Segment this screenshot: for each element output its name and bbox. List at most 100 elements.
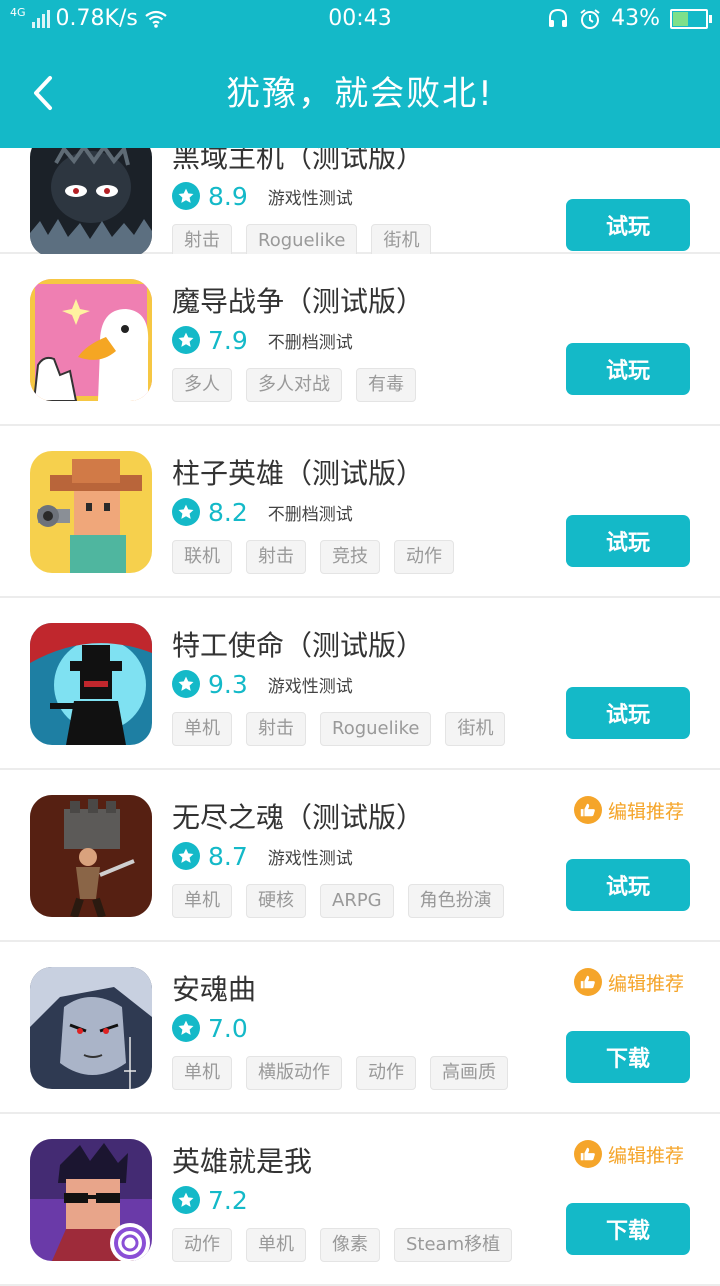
thumbs-up-icon bbox=[580, 975, 595, 989]
game-tag[interactable]: Steam移植 bbox=[394, 1228, 513, 1262]
game-name[interactable]: 英雄就是我 bbox=[172, 1140, 312, 1180]
try-play-button[interactable]: 试玩 bbox=[566, 343, 690, 395]
rating-star-badge bbox=[172, 182, 200, 210]
thumbs-up-icon bbox=[580, 803, 595, 817]
game-list-item[interactable]: 英雄就是我 7.2 动作 单机 像素 Steam移植 编辑推荐下载 bbox=[0, 1114, 720, 1286]
game-score: 8.2 bbox=[208, 497, 248, 527]
game-tags: 联机 射击 竞技 动作 bbox=[172, 540, 454, 574]
game-tag[interactable]: 单机 bbox=[172, 884, 232, 918]
dark-creature-icon bbox=[30, 135, 152, 257]
rating-star-badge bbox=[172, 842, 200, 870]
game-tags: 多人 多人对战 有毒 bbox=[172, 368, 416, 402]
game-tag[interactable]: 硬核 bbox=[246, 884, 306, 918]
status-bar: 4G 0.78K/s 00:43 43% bbox=[0, 0, 720, 40]
rating-star-badge bbox=[172, 326, 200, 354]
game-test-type: 不删档测试 bbox=[267, 504, 353, 525]
game-test-type: 游戏性测试 bbox=[267, 188, 353, 209]
recommend-badge-circle bbox=[573, 968, 602, 996]
recommend-label: 编辑推荐 bbox=[607, 972, 684, 995]
recommend-label: 编辑推荐 bbox=[607, 800, 684, 823]
game-rating: 8.7 游戏性测试 bbox=[172, 840, 353, 872]
game-tag[interactable]: Roguelike bbox=[320, 712, 432, 746]
game-tag[interactable]: 有毒 bbox=[356, 368, 416, 402]
try-play-button[interactable]: 试玩 bbox=[566, 515, 690, 567]
game-tag[interactable]: 动作 bbox=[356, 1056, 416, 1090]
game-name[interactable]: 特工使命（测试版） bbox=[172, 624, 424, 664]
game-tag[interactable]: 角色扮演 bbox=[407, 884, 504, 918]
game-icon[interactable] bbox=[30, 451, 152, 573]
cowboy-icon bbox=[30, 451, 152, 573]
game-tag[interactable]: 单机 bbox=[246, 1228, 306, 1262]
game-test-type: 不删档测试 bbox=[267, 332, 353, 353]
game-icon[interactable] bbox=[30, 279, 152, 401]
star-icon bbox=[178, 504, 194, 519]
game-tags: 单机 射击 Roguelike 街机 bbox=[172, 712, 506, 746]
game-tag[interactable]: 街机 bbox=[445, 712, 506, 746]
game-rating: 9.3 游戏性测试 bbox=[172, 668, 353, 700]
game-rating: 7.0 bbox=[172, 1012, 248, 1044]
game-icon[interactable] bbox=[30, 135, 152, 257]
recommend-badge-circle bbox=[573, 796, 602, 824]
game-icon[interactable] bbox=[30, 795, 152, 917]
download-button[interactable]: 下载 bbox=[566, 1031, 690, 1083]
try-play-button[interactable]: 试玩 bbox=[566, 687, 690, 739]
game-name[interactable]: 魔导战争（测试版） bbox=[172, 280, 424, 320]
game-tag[interactable]: ARPG bbox=[320, 884, 394, 918]
battery-percent: 43% bbox=[611, 6, 660, 31]
download-button[interactable]: 下载 bbox=[566, 1203, 690, 1255]
game-list-item[interactable]: 特工使命（测试版） 9.3 游戏性测试 单机 射击 Roguelike 街机 试玩 bbox=[0, 598, 720, 770]
try-play-button[interactable]: 试玩 bbox=[566, 199, 690, 251]
editor-recommend-badge: 编辑推荐 bbox=[573, 796, 684, 824]
vampire-icon bbox=[30, 967, 152, 1089]
game-icon[interactable] bbox=[30, 1139, 152, 1261]
game-icon[interactable] bbox=[30, 967, 152, 1089]
game-name[interactable]: 柱子英雄（测试版） bbox=[172, 452, 424, 492]
page-title: 犹豫，就会败北! bbox=[226, 74, 494, 114]
status-right: 43% bbox=[547, 6, 712, 31]
game-list-item[interactable]: 无尽之魂（测试版） 8.7 游戏性测试 单机 硬核 ARPG 角色扮演 编辑推荐试玩 bbox=[0, 770, 720, 942]
game-list-item[interactable]: 安魂曲 7.0 单机 横版动作 动作 高画质 编辑推荐下载 bbox=[0, 942, 720, 1114]
game-tag[interactable]: 横版动作 bbox=[246, 1056, 342, 1090]
game-tags: 单机 横版动作 动作 高画质 bbox=[172, 1056, 508, 1090]
game-tags: 单机 硬核 ARPG 角色扮演 bbox=[172, 884, 504, 918]
game-name[interactable]: 无尽之魂（测试版） bbox=[172, 796, 424, 836]
game-name[interactable]: 安魂曲 bbox=[172, 968, 256, 1008]
game-list-item[interactable]: 柱子英雄（测试版） 8.2 不删档测试联机 射击 竞技 动作 试玩 bbox=[0, 426, 720, 598]
thumbs-up-icon bbox=[580, 1147, 595, 1161]
game-tag[interactable]: 动作 bbox=[394, 540, 454, 574]
game-tag[interactable]: 射击 bbox=[172, 224, 232, 258]
warrior-icon bbox=[30, 795, 152, 917]
try-play-button[interactable]: 试玩 bbox=[566, 859, 690, 911]
game-rating: 8.9 游戏性测试 bbox=[172, 180, 353, 212]
battery-level bbox=[673, 11, 688, 26]
game-tag[interactable]: 竞技 bbox=[320, 540, 380, 574]
rating-star-badge bbox=[172, 1014, 200, 1042]
game-tag[interactable]: 街机 bbox=[371, 224, 432, 258]
game-rating: 7.2 bbox=[172, 1184, 248, 1216]
star-icon bbox=[178, 188, 194, 203]
game-tag[interactable]: 单机 bbox=[172, 1056, 232, 1090]
game-list-item[interactable]: 魔导战争（测试版） 7.9 不删档测试 多人 多人对战 有毒 试玩 bbox=[0, 254, 720, 426]
game-tag[interactable]: 动作 bbox=[172, 1228, 232, 1262]
game-tag[interactable]: 射击 bbox=[246, 540, 306, 574]
game-score: 7.0 bbox=[208, 1013, 248, 1043]
game-score: 7.2 bbox=[208, 1185, 248, 1215]
sunglasses-hero-icon bbox=[30, 1139, 152, 1261]
game-tag[interactable]: 高画质 bbox=[430, 1056, 508, 1090]
game-tag[interactable]: 射击 bbox=[246, 712, 306, 746]
game-test-type: 游戏性测试 bbox=[267, 848, 353, 869]
game-tags: 动作 单机 像素 Steam移植 bbox=[172, 1228, 513, 1262]
game-tag[interactable]: Roguelike bbox=[246, 224, 358, 258]
duck-icon bbox=[30, 279, 152, 401]
recommend-label: 编辑推荐 bbox=[607, 1144, 684, 1167]
star-icon bbox=[178, 676, 194, 691]
game-tag[interactable]: 单机 bbox=[172, 712, 232, 746]
game-rating: 8.2 不删档测试 bbox=[172, 496, 353, 528]
game-tag[interactable]: 联机 bbox=[172, 540, 232, 574]
game-tag[interactable]: 多人对战 bbox=[246, 368, 342, 402]
star-icon bbox=[178, 848, 194, 863]
battery-icon bbox=[670, 8, 712, 29]
game-tag[interactable]: 多人 bbox=[172, 368, 232, 402]
game-tag[interactable]: 像素 bbox=[320, 1228, 380, 1262]
game-icon[interactable] bbox=[30, 623, 152, 745]
